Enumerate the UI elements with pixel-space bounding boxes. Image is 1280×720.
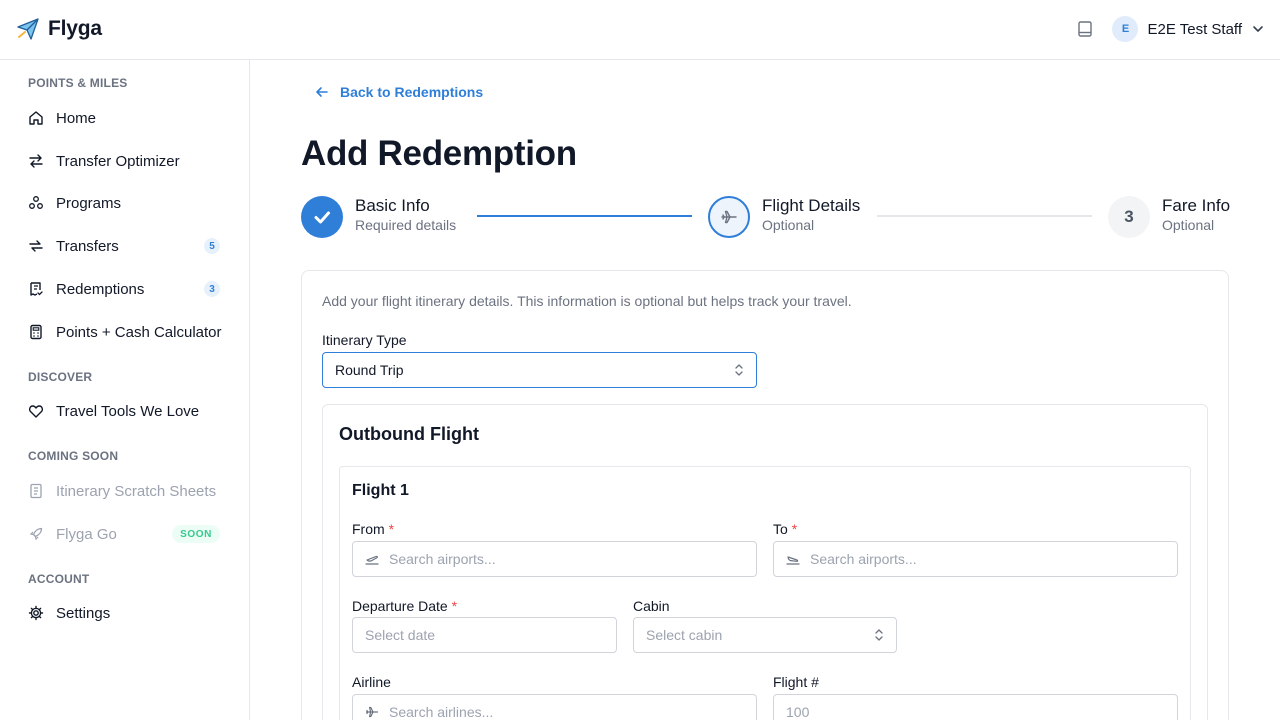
airplane-icon <box>365 706 379 718</box>
to-airport-input[interactable]: Search airports... <box>773 541 1178 577</box>
back-to-redemptions-link[interactable]: Back to Redemptions <box>314 84 483 100</box>
book-icon[interactable] <box>1076 20 1094 38</box>
step-3-subtitle: Optional <box>1162 217 1215 233</box>
step-1-complete-indicator <box>301 196 343 238</box>
step-1-title: Basic Info <box>355 196 430 215</box>
sidebar-item-label: Transfer Optimizer <box>56 152 180 170</box>
step-2-subtitle: Optional <box>762 217 815 233</box>
sidebar-item-transfer-optimizer[interactable]: Transfer Optimizer <box>28 149 222 173</box>
programs-icon <box>29 196 43 209</box>
notebook-icon <box>30 483 42 499</box>
to-airport-placeholder: Search airports... <box>810 551 917 567</box>
check-icon <box>314 211 330 224</box>
to-label: To * <box>773 521 798 537</box>
flight-details-intro: Add your flight itinerary details. This … <box>322 293 852 309</box>
user-name[interactable]: E2E Test Staff <box>1147 21 1242 38</box>
receipt-icon <box>30 282 43 296</box>
count-badge: 5 <box>204 238 220 254</box>
app-name: Flyga <box>48 17 102 40</box>
chevron-updown-icon <box>735 364 743 376</box>
rocket-icon <box>29 527 43 541</box>
avatar[interactable]: E <box>1112 16 1139 42</box>
sidebar-item-label: Redemptions <box>56 280 145 298</box>
step-connector-2 <box>877 215 1092 217</box>
sidebar-item-programs[interactable]: Programs <box>28 191 222 215</box>
from-airport-placeholder: Search airports... <box>389 551 496 567</box>
departure-date-input[interactable]: Select date <box>352 617 617 653</box>
airline-placeholder: Search airlines... <box>389 704 494 720</box>
chevron-updown-icon <box>875 629 883 641</box>
soon-badge: SOON <box>172 525 220 543</box>
step-connector-1 <box>477 215 692 217</box>
flight-1-title: Flight 1 <box>352 482 409 499</box>
gear-icon <box>28 605 44 621</box>
app-logo[interactable]: Flyga <box>16 17 102 41</box>
step-2-title: Flight Details <box>762 196 861 215</box>
sidebar-item-home[interactable]: Home <box>28 106 222 130</box>
outbound-flight-title: Outbound Flight <box>339 424 479 444</box>
plane-departure-icon <box>365 555 379 565</box>
flight-number-placeholder: 100 <box>786 704 810 720</box>
arrow-left-icon <box>316 87 328 97</box>
count-badge: 3 <box>204 281 220 297</box>
sidebar-section-points-miles: POINTS & MILES <box>28 76 128 90</box>
sidebar-section-account: ACCOUNT <box>28 572 90 586</box>
sidebar-item-label: Settings <box>56 604 111 622</box>
sidebar-item-label: Transfers <box>56 237 119 255</box>
step-2-current-indicator <box>708 196 750 238</box>
flight-number-label: Flight # <box>773 674 819 690</box>
chevron-down-icon[interactable] <box>1252 23 1264 35</box>
airline-label: Airline <box>352 674 391 690</box>
step-1-subtitle: Required details <box>355 217 457 233</box>
flight-number-input[interactable]: 100 <box>773 694 1178 720</box>
flight-1-box <box>339 466 1191 720</box>
step-3-upcoming-indicator: 3 <box>1108 196 1150 238</box>
sidebar-item-label: Programs <box>56 194 122 212</box>
sidebar-section-discover: DISCOVER <box>28 370 93 384</box>
sidebar-item-label: Travel Tools We Love <box>56 402 200 420</box>
cabin-label: Cabin <box>633 598 670 614</box>
airplane-icon <box>721 210 737 224</box>
sidebar-item-label: Home <box>56 109 97 127</box>
from-airport-input[interactable]: Search airports... <box>352 541 757 577</box>
departure-date-label: Departure Date * <box>352 598 458 614</box>
departure-date-placeholder: Select date <box>365 627 436 643</box>
plane-arrival-icon <box>786 556 800 565</box>
calculator-icon <box>30 324 42 340</box>
sidebar-item-itinerary-scratch-sheets: Itinerary Scratch Sheets <box>28 479 222 503</box>
sidebar-item-redemptions[interactable]: Redemptions 3 <box>28 277 222 301</box>
sidebar-item-label: Points + Cash Calculator <box>56 323 222 341</box>
arrows-swap-icon <box>29 154 43 168</box>
sidebar-item-settings[interactable]: Settings <box>28 601 222 625</box>
page-title: Add Redemption <box>301 134 577 173</box>
paper-plane-logo-icon <box>17 18 39 40</box>
sidebar-item-label: Flyga Go <box>56 525 117 543</box>
sidebar-item-transfers[interactable]: Transfers 5 <box>28 234 222 258</box>
sidebar-section-coming-soon: COMING SOON <box>28 449 119 463</box>
back-link-label: Back to Redemptions <box>340 84 484 100</box>
heart-icon <box>28 405 44 418</box>
sidebar-item-label: Itinerary Scratch Sheets <box>56 482 217 500</box>
sidebar-item-points-cash-calculator[interactable]: Points + Cash Calculator <box>28 320 222 344</box>
sidebar-item-flyga-go: Flyga Go SOON <box>28 522 222 546</box>
step-3-title: Fare Info <box>1162 196 1231 215</box>
from-label: From * <box>352 521 395 537</box>
itinerary-type-select[interactable]: Round Trip <box>322 352 757 388</box>
airline-input[interactable]: Search airlines... <box>352 694 757 720</box>
sidebar-item-travel-tools[interactable]: Travel Tools We Love <box>28 399 222 423</box>
itinerary-type-value: Round Trip <box>335 362 404 378</box>
top-bar: Flyga E E2E Test Staff <box>0 0 1280 60</box>
cabin-select[interactable]: Select cabin <box>633 617 897 653</box>
step-3-number: 3 <box>1124 207 1134 226</box>
cabin-placeholder: Select cabin <box>646 627 723 643</box>
transfer-arrows-icon <box>29 240 43 252</box>
itinerary-type-label: Itinerary Type <box>322 332 407 348</box>
home-icon <box>29 111 43 125</box>
